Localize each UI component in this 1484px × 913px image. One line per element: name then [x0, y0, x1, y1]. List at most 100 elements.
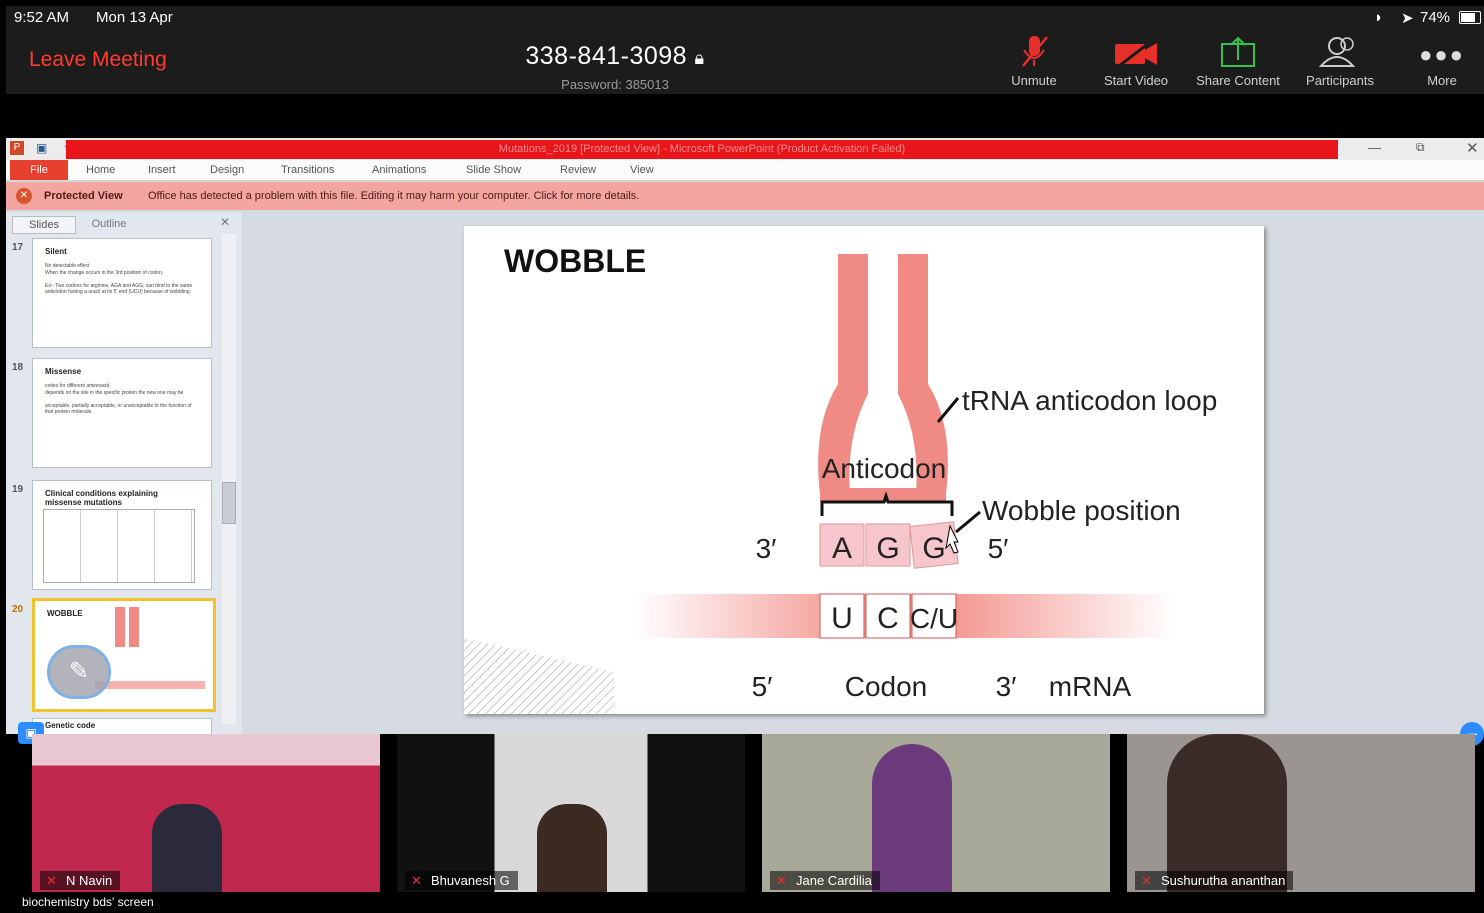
slide-thumb-17[interactable]: Silent No detectable effect When the cha… [32, 238, 212, 348]
participants-button[interactable]: Participants [1292, 34, 1388, 88]
thumb-line: No detectable effect [45, 263, 90, 269]
scrollbar-thumb[interactable] [222, 482, 236, 524]
slide-number: 20 [12, 604, 24, 615]
video-tile-3[interactable]: ✕ Jane Cardilia [762, 734, 1110, 892]
lock-icon: 🔒︎ [694, 48, 705, 68]
participant-name: ✕ Bhuvanesh G [405, 871, 518, 890]
protected-view-label: Protected View [44, 190, 123, 202]
label-wobble: Wobble position [982, 495, 1181, 526]
anticodon-base: G [876, 532, 899, 565]
slide-title: WOBBLE [504, 243, 646, 279]
thumb-mrna [95, 681, 205, 689]
wobble-diagram: WOBBLE A G G 3′ 5′ U C C/U tRNA anticodo… [464, 243, 1217, 714]
tab-file[interactable]: File [10, 160, 68, 180]
start-video-button[interactable]: Start Video [1088, 34, 1184, 88]
label-mrna: mRNA [1049, 671, 1132, 702]
mrna-3-prime: 3′ [996, 671, 1017, 702]
tab-transitions[interactable]: Transitions [281, 164, 334, 176]
meeting-password: Password: 385013 [561, 77, 669, 92]
share-icon [1221, 36, 1255, 67]
tab-outline[interactable]: Outline [76, 216, 142, 232]
powerpoint-icon: P [10, 141, 24, 155]
thumb-title: Clinical conditions explaining missense … [45, 489, 158, 507]
slide-thumb-18[interactable]: Missense codes for different aminoacid d… [32, 358, 212, 468]
muted-mic-icon: ✕ [776, 873, 787, 888]
tab-review[interactable]: Review [560, 164, 596, 176]
thumb-line: When the change occurs in the 3rd positi… [45, 270, 164, 276]
muted-mic-icon [1022, 36, 1048, 67]
restore-icon[interactable]: ⧉ [1416, 140, 1425, 155]
video-tile-1[interactable]: ✕ N Navin [32, 734, 380, 892]
anticodon-base: A [832, 532, 852, 565]
unmute-button[interactable]: Unmute [986, 34, 1082, 88]
panel-scrollbar[interactable] [222, 234, 236, 724]
slide-number: 19 [12, 484, 24, 495]
thumb-line: acceptable, partially acceptable, or una… [45, 403, 192, 415]
start-video-label: Start Video [1103, 73, 1169, 88]
meeting-id: 338-841-3098 [525, 42, 688, 70]
protected-view-bar[interactable]: ✕ Protected View Office has detected a p… [6, 182, 1484, 210]
thumb-title: WOBBLE [47, 609, 83, 618]
label-anticodon: Anticodon [822, 453, 947, 484]
tab-animations[interactable]: Animations [372, 164, 426, 176]
participant-figure [537, 804, 607, 892]
wobble-pointer [955, 510, 981, 534]
window-title: Mutations_2019 [Protected View] - Micros… [66, 140, 1338, 159]
location-icon: ➤ [1401, 10, 1414, 27]
muted-mic-icon: ✕ [1141, 873, 1152, 888]
tab-design[interactable]: Design [210, 164, 244, 176]
anticodon-base: G [922, 532, 945, 565]
participant-name: ✕ Jane Cardilia [770, 871, 880, 890]
status-date: Mon 13 Apr [96, 9, 173, 26]
trna-loop-base [820, 488, 946, 502]
video-tile-4[interactable]: ✕ Sushurutha ananthan [1127, 734, 1475, 892]
edit-pencil-button[interactable]: ✎ [47, 645, 111, 699]
tab-view[interactable]: View [630, 164, 654, 176]
slide-decoration [464, 638, 614, 714]
codon-base: U [831, 602, 853, 635]
participant-figure [1167, 734, 1287, 892]
battery-percent: 74% [1420, 9, 1451, 26]
mrna-5-prime: 5′ [752, 671, 773, 702]
unmute-label: Unmute [1011, 73, 1057, 88]
video-tile-2[interactable]: ✕ Bhuvanesh G [397, 734, 745, 892]
battery-icon [1459, 11, 1481, 24]
status-time: 9:52 AM [14, 9, 70, 26]
close-panel-icon[interactable]: ✕ [220, 215, 230, 229]
thumb-title: Genetic code [45, 721, 96, 730]
close-icon[interactable]: ✕ [1466, 139, 1479, 157]
tab-home[interactable]: Home [86, 164, 115, 176]
tab-insert[interactable]: Insert [148, 164, 176, 176]
ribbon-tabs: File Home Insert Design Transitions Anim… [6, 160, 1484, 181]
slides-panel: Slides Outline ✕ 17 Silent No detectable… [6, 212, 242, 736]
participants-label: Participants [1306, 73, 1374, 88]
loop-pointer [936, 397, 960, 423]
more-button[interactable]: ●●● More [1394, 34, 1484, 88]
tab-slides[interactable]: Slides [12, 216, 76, 234]
pencil-icon: ✎ [68, 658, 90, 685]
protected-view-message: Office has detected a problem with this … [148, 190, 640, 202]
codon-base: C [877, 602, 899, 635]
save-icon[interactable]: ▣ [36, 141, 47, 155]
tab-slide-show[interactable]: Slide Show [466, 164, 521, 176]
thumb-title: Silent [45, 247, 67, 256]
slide-thumb-19[interactable]: Clinical conditions explaining missense … [32, 480, 212, 590]
slide-number: 17 [12, 242, 24, 253]
minimize-icon[interactable]: — [1368, 140, 1381, 155]
participant-figure [872, 744, 952, 892]
slide-number: 18 [12, 362, 24, 373]
current-slide: WOBBLE A G G 3′ 5′ U C C/U tRNA anticodo… [464, 226, 1264, 714]
screen-share-label: biochemistry bds' screen [22, 895, 154, 909]
muted-mic-icon: ✕ [46, 873, 57, 888]
ppt-titlebar: P ▣ ↶ ↺ Mutations_2019 [Protected View] … [6, 138, 1484, 160]
warning-icon: ✕ [16, 188, 32, 204]
slide-thumb-20[interactable]: WOBBLE ✎ [32, 598, 216, 712]
share-content-button[interactable]: Share Content [1190, 34, 1286, 88]
wifi-icon: ◗ [1374, 9, 1384, 26]
leave-meeting-button[interactable]: Leave Meeting [29, 48, 167, 72]
thumb-line: Ex:- Two codons for arginine, AGA and AG… [45, 283, 193, 295]
thumb-line: depends on the site in the specific prot… [45, 390, 184, 396]
participant-name: ✕ Sushurutha ananthan [1135, 871, 1294, 890]
participant-name: ✕ N Navin [40, 871, 121, 890]
video-off-icon [1115, 38, 1157, 68]
